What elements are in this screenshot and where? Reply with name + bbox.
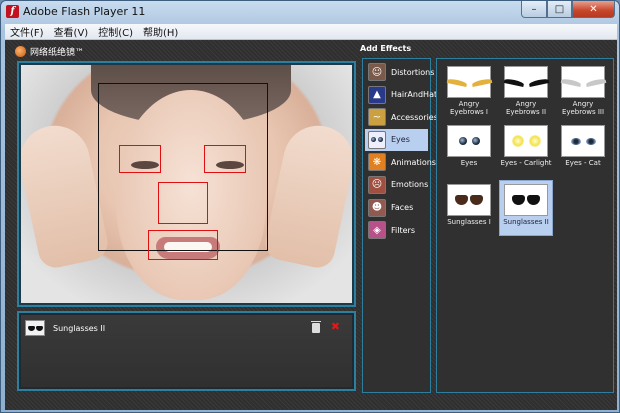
sunglasses-black-icon — [504, 184, 548, 216]
eyebrows-black-icon — [503, 66, 549, 98]
category-label: Filters — [391, 225, 415, 235]
trash-icon[interactable] — [311, 321, 321, 333]
emotion-face-icon: ☹ — [368, 175, 386, 194]
eyes-cat-icon — [561, 125, 605, 157]
add-effects-title: Add Effects — [360, 44, 412, 53]
face-portrait-icon: ☺ — [368, 63, 386, 81]
effect-angry-eyebrows-3[interactable]: Angry Eyebrows III — [557, 63, 609, 119]
effect-label: Angry Eyebrows I — [450, 100, 488, 116]
left-eye-detection-box — [119, 145, 161, 173]
close-button[interactable]: ✕ — [572, 1, 615, 18]
butterfly-icon: ❋ — [368, 153, 386, 172]
brand-name: 网络纸绝镜™ — [30, 48, 85, 58]
sunglasses-brown-icon — [447, 184, 491, 216]
face-photo[interactable] — [21, 65, 352, 303]
minimize-button[interactable]: – — [521, 1, 547, 18]
effect-eyes-cat[interactable]: Eyes - Cat — [557, 122, 609, 178]
effect-label: Eyes - Carlight — [500, 159, 552, 167]
eyes-blue-icon — [447, 125, 491, 157]
menu-control[interactable]: 控制(C) — [93, 24, 138, 39]
brand-logo-icon — [15, 46, 26, 57]
category-hairandhat[interactable]: ▲ HairAndHat — [365, 84, 437, 106]
effect-label: Angry Eyebrows III — [561, 100, 605, 116]
effect-angry-eyebrows-2[interactable]: Angry Eyebrows II — [500, 63, 552, 119]
category-distortions[interactable]: ☺ Distortions — [365, 61, 434, 83]
menu-view[interactable]: 查看(V) — [49, 24, 94, 39]
applied-effect-row[interactable]: Sunglasses II ✖ — [25, 319, 348, 337]
filter-icon: ◈ — [368, 221, 386, 240]
category-accessories[interactable]: ~ Accessories — [365, 106, 438, 128]
face-icon: ☻ — [368, 198, 386, 217]
effect-label: Angry Eyebrows II — [505, 100, 547, 116]
category-faces[interactable]: ☻ Faces — [365, 197, 428, 219]
category-label: HairAndHat — [391, 90, 438, 100]
category-eyes[interactable]: Eyes — [365, 128, 428, 151]
effect-label: Eyes — [460, 159, 478, 167]
mouth-detection-box — [148, 230, 218, 260]
eyebrows-silver-icon — [560, 66, 606, 98]
category-emotions[interactable]: ☹ Emotions — [365, 174, 428, 196]
effect-angry-eyebrows-1[interactable]: Angry Eyebrows I — [443, 63, 495, 119]
menu-file[interactable]: 文件(F) — [5, 24, 49, 39]
category-animations[interactable]: ❋ Animations — [365, 151, 436, 173]
applied-effects-panel: Sunglasses II ✖ — [17, 311, 356, 391]
hat-icon: ▲ — [368, 85, 386, 104]
category-label: Animations — [391, 157, 436, 167]
category-label: Eyes — [391, 135, 410, 145]
category-label: Faces — [391, 203, 414, 213]
nose-detection-box — [158, 182, 208, 224]
maximize-button[interactable]: □ — [547, 1, 572, 18]
effect-sunglasses-2[interactable]: Sunglasses II — [499, 180, 553, 236]
photo-panel — [17, 61, 356, 307]
effect-label: Sunglasses I — [447, 218, 491, 226]
effect-eyes[interactable]: Eyes — [443, 122, 495, 178]
category-label: Accessories — [391, 112, 438, 122]
effect-label: Eyes - Cat — [565, 159, 601, 167]
right-hand — [262, 119, 352, 271]
flash-stage: 网络纸绝镜™ Add Effects Sunglasses II ✖ ☺ Dis… — [5, 40, 617, 410]
window-title: Adobe Flash Player 11 — [23, 5, 146, 18]
eyebrows-gold-icon — [446, 66, 492, 98]
effect-eyes-carlight[interactable]: Eyes - Carlight — [500, 122, 552, 178]
category-label: Emotions — [391, 180, 429, 190]
effect-items-grid: Angry Eyebrows I Angry Eyebrows II Angry… — [436, 58, 614, 393]
menu-help[interactable]: 帮助(H) — [138, 24, 183, 39]
eyes-icon — [368, 130, 386, 149]
menu-bar: 文件(F) 查看(V) 控制(C) 帮助(H) — [5, 24, 617, 40]
applied-effect-label: Sunglasses II — [53, 323, 106, 333]
mustache-icon: ~ — [368, 108, 386, 127]
title-bar[interactable]: f Adobe Flash Player 11 – □ ✕ — [1, 1, 619, 23]
category-label: Distortions — [391, 67, 435, 77]
remove-x-icon[interactable]: ✖ — [331, 320, 340, 333]
effect-sunglasses-1[interactable]: Sunglasses I — [443, 181, 495, 237]
sunglasses-thumbnail-icon — [25, 320, 45, 336]
category-list: ☺ Distortions ▲ HairAndHat ~ Accessories… — [362, 58, 438, 393]
flash-player-icon: f — [6, 5, 19, 18]
app-window: f Adobe Flash Player 11 – □ ✕ 文件(F) 查看(V… — [0, 0, 620, 413]
right-eye-detection-box — [204, 145, 246, 173]
effect-label: Sunglasses II — [503, 218, 549, 226]
category-filters[interactable]: ◈ Filters — [365, 219, 428, 241]
brand: 网络纸绝镜™ — [15, 45, 84, 58]
eyes-carlight-icon — [504, 125, 548, 157]
